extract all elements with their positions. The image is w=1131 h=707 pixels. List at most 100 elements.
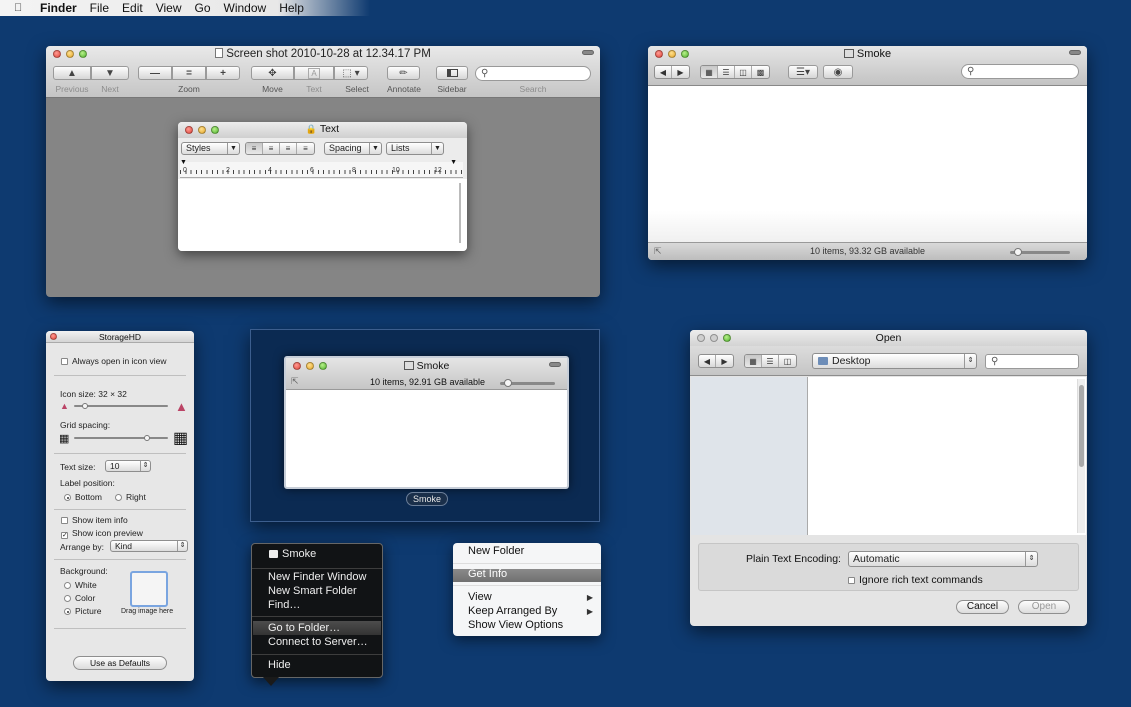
forward-arrow-icon[interactable]: ▶	[672, 66, 689, 78]
toolbar-toggle-button[interactable]	[1069, 50, 1081, 55]
zoom-in-button[interactable]: +	[206, 66, 240, 80]
open-file-browser[interactable]	[808, 377, 1086, 535]
ruler[interactable]: 0 2 4 6 8 10 12 ▼ ▼	[180, 159, 463, 178]
zoom-button[interactable]	[211, 126, 219, 134]
radio-button[interactable]	[64, 608, 71, 615]
lists-popup[interactable]: Lists ▼	[386, 142, 444, 155]
move-tool-button[interactable]: ✥	[251, 66, 294, 80]
column-view-icon[interactable]: ◫	[779, 355, 796, 367]
new-smart-folder-item[interactable]: New Smart Folder	[268, 585, 357, 597]
arrange-by-popup[interactable]: Kind ⇕	[110, 540, 188, 552]
menu-help[interactable]: Help	[279, 1, 304, 15]
back-arrow-icon[interactable]: ◀	[699, 355, 716, 367]
previous-button[interactable]: ▲	[53, 66, 91, 80]
icon-size-slider[interactable]	[500, 379, 555, 387]
back-arrow-icon[interactable]: ◀	[655, 66, 672, 78]
radio-button[interactable]	[64, 595, 71, 602]
icon-view-icon[interactable]: ▦	[745, 355, 762, 367]
radio-button[interactable]	[64, 582, 71, 589]
finder-search-field[interactable]: ⚲	[961, 64, 1079, 79]
menu-file[interactable]: File	[90, 1, 109, 15]
checkbox[interactable]	[848, 577, 855, 584]
bottom-option[interactable]: Bottom	[64, 492, 102, 502]
icon-size-slider[interactable]	[74, 403, 168, 409]
menu-edit[interactable]: Edit	[122, 1, 143, 15]
location-popup[interactable]: Desktop ⇕	[812, 353, 977, 369]
select-tool-button[interactable]: ⬚ ▾	[334, 66, 368, 80]
color-option[interactable]: Color	[64, 593, 95, 603]
align-center-icon[interactable]: ≡	[263, 143, 280, 154]
slider-knob[interactable]	[82, 403, 88, 409]
encoding-popup[interactable]: Automatic ⇕	[848, 551, 1038, 567]
hide-item[interactable]: Hide	[268, 659, 291, 671]
connect-to-server-item[interactable]: Connect to Server…	[268, 636, 368, 648]
text-tool-button[interactable]: A	[294, 66, 334, 80]
keep-arranged-by-item[interactable]: Keep Arranged By	[468, 605, 557, 617]
menu-go[interactable]: Go	[195, 1, 211, 15]
slider-knob[interactable]	[504, 379, 512, 387]
quick-look-button[interactable]: ◉	[823, 65, 853, 79]
preview-search-field[interactable]: ⚲	[475, 66, 591, 81]
menu-view[interactable]: View	[156, 1, 182, 15]
spacing-popup[interactable]: Spacing ▼	[324, 142, 382, 155]
scroll-thumb[interactable]	[1079, 385, 1084, 467]
checkbox[interactable]	[61, 517, 68, 524]
grid-spacing-slider[interactable]	[74, 435, 168, 441]
picture-option[interactable]: Picture	[64, 606, 101, 616]
next-button[interactable]: ▼	[91, 66, 129, 80]
show-item-info-option[interactable]: Show item info	[61, 515, 128, 525]
toolbar-toggle-button[interactable]	[549, 362, 561, 367]
get-info-item[interactable]: Get Info	[468, 568, 507, 580]
text-area[interactable]	[178, 179, 467, 251]
text-size-popup[interactable]: 10 ⇕	[105, 460, 151, 472]
minimize-button[interactable]	[710, 334, 718, 342]
cover-flow-icon[interactable]: ▩	[752, 66, 769, 78]
slider-knob[interactable]	[144, 435, 150, 441]
radio-button[interactable]	[115, 494, 122, 501]
minimize-button[interactable]	[198, 126, 206, 134]
close-button[interactable]	[185, 126, 193, 134]
annotate-button[interactable]: ✏	[387, 66, 420, 80]
styles-popup[interactable]: Styles ▼	[181, 142, 240, 155]
slider-knob[interactable]	[1014, 248, 1022, 256]
show-view-options-item[interactable]: Show View Options	[468, 619, 563, 631]
show-icon-preview-option[interactable]: ✓ Show icon preview	[61, 528, 143, 539]
always-open-option[interactable]: Always open in icon view	[61, 356, 167, 366]
scrollbar[interactable]	[1077, 379, 1085, 533]
align-right-icon[interactable]: ≡	[297, 143, 314, 154]
open-button[interactable]: Open	[1018, 600, 1070, 614]
icon-size-slider[interactable]	[1010, 248, 1070, 256]
use-as-defaults-button[interactable]: Use as Defaults	[73, 656, 167, 670]
column-view-icon[interactable]: ◫	[735, 66, 752, 78]
zoom-out-button[interactable]: —	[138, 66, 172, 80]
sidebar-button[interactable]	[436, 66, 468, 80]
ignore-rich-text-option[interactable]: Ignore rich text commands	[848, 574, 983, 586]
checkmark-icon[interactable]: ✓	[61, 532, 68, 539]
radio-button[interactable]	[64, 494, 71, 501]
actual-size-button[interactable]: =	[172, 66, 206, 80]
forward-arrow-icon[interactable]: ▶	[716, 355, 733, 367]
cancel-button[interactable]: Cancel	[956, 600, 1009, 614]
close-button[interactable]	[50, 333, 57, 340]
apple-menu-icon[interactable]: 	[14, 2, 28, 14]
go-to-folder-item[interactable]: Go to Folder…	[268, 622, 340, 634]
white-option[interactable]: White	[64, 580, 97, 590]
finder-content[interactable]	[648, 86, 1087, 242]
open-search-field[interactable]: ⚲	[985, 354, 1079, 369]
open-sidebar[interactable]	[691, 377, 808, 535]
view-item[interactable]: View	[468, 591, 492, 603]
new-finder-window-item[interactable]: New Finder Window	[268, 571, 366, 583]
right-option[interactable]: Right	[115, 492, 146, 502]
find-item[interactable]: Find…	[268, 599, 300, 611]
icon-view-icon[interactable]: ▦	[701, 66, 718, 78]
new-folder-item[interactable]: New Folder	[468, 545, 524, 557]
mini-finder-window[interactable]: Smoke ⇱ 10 items, 92.91 GB available	[284, 356, 569, 489]
zoom-button[interactable]	[723, 334, 731, 342]
close-button[interactable]	[697, 334, 705, 342]
scrollbar[interactable]	[459, 183, 461, 243]
list-view-icon[interactable]: ☰	[718, 66, 735, 78]
arrange-button[interactable]: ☰▾	[788, 65, 818, 79]
menu-window[interactable]: Window	[224, 1, 267, 15]
image-well[interactable]	[130, 571, 168, 607]
tab-stop-icon[interactable]: ▼	[180, 159, 187, 166]
